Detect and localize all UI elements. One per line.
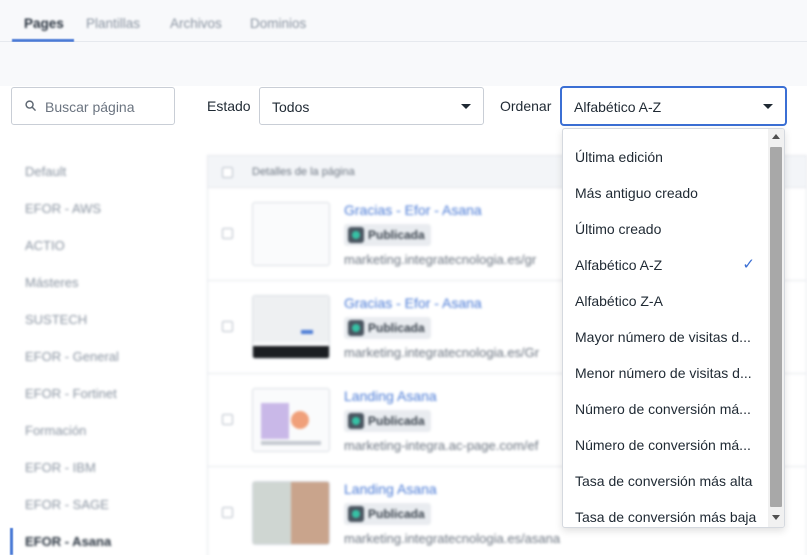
sort-option-label: Menor número de visitas d...: [575, 365, 752, 381]
sort-dropdown-menu[interactable]: Última edición Más antiguo creado Último…: [562, 128, 785, 528]
sort-option-label: Número de conversión má...: [575, 401, 751, 417]
sort-option[interactable]: Tasa de conversión más baja: [563, 499, 769, 527]
status-badge: Publicada: [344, 224, 431, 246]
sort-option-label: Tasa de conversión más alta: [575, 473, 753, 489]
sort-option[interactable]: Número de conversión má...: [563, 391, 769, 427]
tab-pages[interactable]: Pages: [24, 16, 64, 31]
sort-option-label: Número de conversión má...: [575, 437, 751, 453]
select-all-checkbox[interactable]: [222, 167, 233, 178]
page-thumbnail: [252, 295, 330, 359]
sidebar-item[interactable]: EFOR - SAGE: [25, 497, 109, 512]
chevron-down-icon: [461, 104, 471, 109]
status-text: Publicada: [368, 414, 425, 428]
sort-option[interactable]: Número de conversión má...: [563, 427, 769, 463]
page-thumbnail: [252, 388, 330, 452]
status-text: Publicada: [368, 228, 425, 242]
sort-option-label: Último creado: [575, 221, 662, 237]
sort-option-label: Mayor número de visitas d...: [575, 329, 751, 345]
sort-option-label: Alfabético A-Z: [575, 257, 663, 273]
header-band: [0, 42, 807, 86]
sort-option[interactable]: Tasa de conversión más alta: [563, 463, 769, 499]
scrollbar-thumb[interactable]: [770, 147, 782, 507]
chevron-down-icon: [763, 104, 773, 109]
scroll-down-arrow-icon[interactable]: [772, 515, 780, 520]
scroll-up-arrow-icon[interactable]: [772, 134, 780, 139]
page-url[interactable]: marketing.integratecnologia.es/gr: [344, 252, 536, 267]
search-icon: [25, 100, 36, 111]
status-icon: [348, 227, 364, 243]
sort-option-label: Última edición: [575, 149, 663, 165]
tab-archivos[interactable]: Archivos: [170, 16, 222, 31]
sidebar-item[interactable]: EFOR - AWS: [25, 201, 101, 216]
row-checkbox[interactable]: [222, 228, 233, 239]
estado-select[interactable]: Todos: [259, 87, 484, 125]
sidebar-item[interactable]: EFOR - General: [25, 349, 119, 364]
sort-option[interactable]: Alfabético Z-A: [563, 283, 769, 319]
status-text: Publicada: [368, 321, 425, 335]
sort-option-label: Tasa de conversión más baja: [575, 509, 757, 525]
tab-plantillas[interactable]: Plantillas: [86, 16, 140, 31]
check-icon: ✓: [742, 256, 755, 273]
status-text: Publicada: [368, 507, 425, 521]
status-badge: Publicada: [344, 503, 431, 525]
sort-option[interactable]: Última edición: [563, 139, 769, 175]
sort-option[interactable]: Más antiguo creado: [563, 175, 769, 211]
sort-option-label: Alfabético Z-A: [575, 293, 663, 309]
sort-option[interactable]: Mayor número de visitas d...: [563, 319, 769, 355]
ordenar-value: Alfabético A-Z: [574, 99, 662, 115]
page-url[interactable]: marketing-integra.ac-page.com/ef: [344, 438, 538, 453]
estado-value: Todos: [272, 99, 310, 115]
sidebar-item[interactable]: Formación: [25, 423, 86, 438]
ordenar-select[interactable]: Alfabético A-Z: [561, 87, 786, 125]
sidebar-item-active[interactable]: EFOR - Asana: [25, 534, 111, 549]
page-thumbnail: [252, 481, 330, 545]
page-url[interactable]: marketing.integratecnologia.es/asana: [344, 531, 560, 546]
sidebar-active-indicator: [10, 528, 13, 555]
page-url[interactable]: marketing.integratecnologia.es/Gr: [344, 345, 539, 360]
sort-option-selected[interactable]: Alfabético A-Z ✓: [563, 247, 769, 283]
row-checkbox[interactable]: [222, 507, 233, 518]
search-placeholder: Buscar página: [45, 99, 135, 115]
page-title-link[interactable]: Gracias - Efor - Asana: [344, 202, 482, 218]
page-title-link[interactable]: Gracias - Efor - Asana: [344, 295, 482, 311]
row-checkbox[interactable]: [222, 321, 233, 332]
sort-option-label: Más antiguo creado: [575, 185, 698, 201]
column-header-details: Detalles de la página: [252, 166, 355, 178]
page-title-link[interactable]: Landing Asana: [344, 481, 437, 497]
sidebar-item[interactable]: Másteres: [25, 275, 78, 290]
status-badge: Publicada: [344, 317, 431, 339]
dropdown-scrollbar[interactable]: [768, 129, 784, 527]
top-tabs: Pages Plantillas Archivos Dominios: [0, 0, 807, 42]
sidebar-item[interactable]: Default: [25, 164, 66, 179]
sidebar-item[interactable]: EFOR - IBM: [25, 460, 96, 475]
tab-dominios[interactable]: Dominios: [250, 16, 306, 31]
estado-label: Estado: [207, 98, 251, 114]
sort-option[interactable]: Último creado: [563, 211, 769, 247]
search-input[interactable]: Buscar página: [11, 87, 175, 125]
sidebar-item[interactable]: SUSTECH: [25, 312, 87, 327]
sidebar-item[interactable]: ACTIO: [25, 238, 65, 253]
ordenar-label: Ordenar: [500, 98, 552, 114]
page-title-link[interactable]: Landing Asana: [344, 388, 437, 404]
status-icon: [348, 320, 364, 336]
page-thumbnail: [252, 202, 330, 266]
row-checkbox[interactable]: [222, 414, 233, 425]
status-badge: Publicada: [344, 410, 431, 432]
status-icon: [348, 413, 364, 429]
sidebar-item[interactable]: EFOR - Fortinet: [25, 386, 117, 401]
sort-option[interactable]: Menor número de visitas d...: [563, 355, 769, 391]
status-icon: [348, 506, 364, 522]
